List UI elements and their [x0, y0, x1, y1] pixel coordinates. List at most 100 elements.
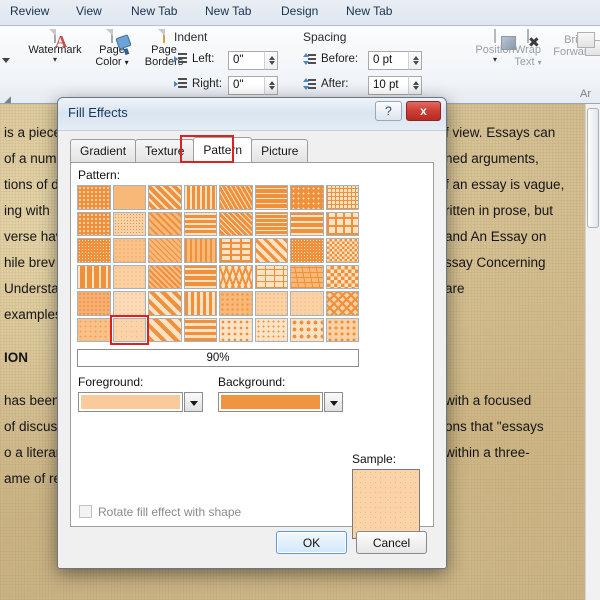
- pattern-cell[interactable]: [290, 317, 324, 342]
- rotate-fill-checkbox[interactable]: [79, 505, 92, 518]
- ribbon-tab-5[interactable]: New Tab: [346, 4, 392, 18]
- pattern-cell[interactable]: [148, 291, 182, 316]
- dialog-titlebar[interactable]: Fill Effects ? x: [58, 98, 446, 131]
- spacing-after-stepper[interactable]: [408, 76, 422, 95]
- wrap-text-caret-icon[interactable]: ▾: [538, 58, 542, 67]
- pattern-cell[interactable]: [183, 211, 217, 236]
- foreground-color-swatch[interactable]: [78, 392, 183, 412]
- wrap-text-button[interactable]: ✖ Wrap Text ▾: [505, 29, 551, 69]
- pattern-cell[interactable]: [290, 211, 324, 236]
- pattern-cell[interactable]: [112, 264, 146, 289]
- pattern-cell[interactable]: [254, 317, 288, 342]
- pattern-cell[interactable]: [219, 291, 253, 316]
- pattern-cell[interactable]: [77, 264, 111, 289]
- help-button[interactable]: ?: [375, 101, 402, 121]
- ok-button[interactable]: OK: [276, 531, 347, 554]
- wrap-text-icon: ✖: [505, 29, 551, 49]
- dialog-tab-picture[interactable]: Picture: [251, 139, 309, 162]
- pattern-cell[interactable]: [112, 211, 146, 236]
- pattern-cell[interactable]: [325, 291, 359, 316]
- spacing-after-icon: [303, 78, 316, 90]
- pattern-cell[interactable]: [183, 317, 217, 342]
- foreground-color-fill: [81, 395, 180, 409]
- pattern-cell[interactable]: [148, 317, 182, 342]
- pattern-cell[interactable]: [112, 238, 146, 263]
- pattern-cell[interactable]: [219, 264, 253, 289]
- pattern-cell[interactable]: [290, 291, 324, 316]
- pattern-cell[interactable]: [148, 238, 182, 263]
- pattern-cell[interactable]: [77, 238, 111, 263]
- pattern-cell[interactable]: [325, 238, 359, 263]
- pattern-cell[interactable]: [77, 185, 111, 210]
- page-color-button[interactable]: Page Color ▾: [82, 29, 142, 69]
- bring-forward-button[interactable]: Bring Forward ▾: [548, 32, 600, 59]
- pattern-cell[interactable]: [254, 185, 288, 210]
- pattern-cell[interactable]: [109, 314, 149, 345]
- pattern-cell[interactable]: [77, 211, 111, 236]
- pattern-cell[interactable]: [219, 211, 253, 236]
- document-line: ned arguments,: [445, 151, 539, 166]
- watermark-caret-icon[interactable]: ▾: [20, 56, 90, 64]
- dialog-tab-gradient[interactable]: Gradient: [70, 139, 137, 162]
- pattern-cell[interactable]: [219, 185, 253, 210]
- close-button[interactable]: x: [406, 101, 441, 121]
- spacing-before-stepper[interactable]: [408, 51, 422, 70]
- indent-right-stepper[interactable]: [264, 76, 278, 95]
- pattern-cell[interactable]: [148, 264, 182, 289]
- foreground-dropdown-arrow-icon[interactable]: [184, 392, 203, 412]
- indent-left-stepper[interactable]: [264, 51, 278, 70]
- pattern-cell[interactable]: [112, 185, 146, 210]
- pattern-cell[interactable]: [148, 211, 182, 236]
- ribbon-tab-0[interactable]: Review: [10, 4, 49, 18]
- arrange-group-label: Ar: [580, 88, 591, 100]
- pattern-cell[interactable]: [219, 238, 253, 263]
- pattern-cell[interactable]: [325, 317, 359, 342]
- word-document-window: is a piece of a numb tions of da ing with ve…: [0, 0, 600, 600]
- pattern-cell[interactable]: [290, 238, 324, 263]
- pattern-tab-highlight-annotation: [180, 135, 234, 163]
- pattern-cell[interactable]: [77, 291, 111, 316]
- pattern-cell[interactable]: [148, 185, 182, 210]
- document-line: ssay Concerning: [445, 255, 546, 270]
- pattern-cell[interactable]: [254, 211, 288, 236]
- pattern-cell[interactable]: [112, 291, 146, 316]
- cancel-button[interactable]: Cancel: [356, 531, 427, 554]
- pattern-cell[interactable]: [325, 211, 359, 236]
- document-line: and An Essay on: [445, 229, 547, 244]
- ribbon-overflow-caret-icon[interactable]: [2, 58, 10, 63]
- pattern-cell[interactable]: [183, 291, 217, 316]
- pattern-percent-readout: 90%: [77, 349, 359, 367]
- pattern-cell[interactable]: [183, 185, 217, 210]
- pattern-cell[interactable]: [325, 264, 359, 289]
- ribbon-tab-3[interactable]: New Tab: [205, 4, 251, 18]
- pattern-cell[interactable]: [183, 238, 217, 263]
- page-color-caret-icon[interactable]: ▾: [125, 58, 129, 67]
- vertical-scrollbar-thumb[interactable]: [587, 108, 599, 228]
- ribbon-tab-2[interactable]: New Tab: [131, 4, 177, 18]
- pattern-cell[interactable]: [219, 317, 253, 342]
- foreground-label: Foreground:: [78, 375, 144, 389]
- background-label: Background:: [218, 375, 286, 389]
- dialog-body: Gradient Texture Pattern Picture Pattern: 9…: [58, 131, 446, 568]
- document-line: is a piece: [4, 125, 62, 140]
- ribbon-tab-4[interactable]: Design: [281, 4, 318, 18]
- pattern-grid[interactable]: [77, 185, 359, 345]
- pattern-cell[interactable]: [254, 264, 288, 289]
- ribbon-tab-1[interactable]: View: [76, 4, 102, 18]
- pattern-cell[interactable]: [254, 238, 288, 263]
- document-line: are: [445, 281, 465, 296]
- pattern-cell[interactable]: [325, 185, 359, 210]
- send-backward-button[interactable]: B: [594, 32, 600, 76]
- pattern-cell[interactable]: [290, 185, 324, 210]
- background-color-swatch[interactable]: [218, 392, 323, 412]
- document-line: with a focused: [445, 393, 532, 408]
- pattern-tab-panel: Pattern: 90% Foreground: Background: Sam…: [70, 162, 434, 539]
- pattern-cell[interactable]: [77, 317, 111, 342]
- vertical-scrollbar[interactable]: [585, 104, 600, 600]
- pattern-cell[interactable]: [254, 291, 288, 316]
- pattern-cell[interactable]: [290, 264, 324, 289]
- pattern-cell[interactable]: [183, 264, 217, 289]
- background-dropdown-arrow-icon[interactable]: [324, 392, 343, 412]
- background-color-fill: [221, 395, 320, 409]
- watermark-button[interactable]: A Watermark ▾: [20, 29, 90, 64]
